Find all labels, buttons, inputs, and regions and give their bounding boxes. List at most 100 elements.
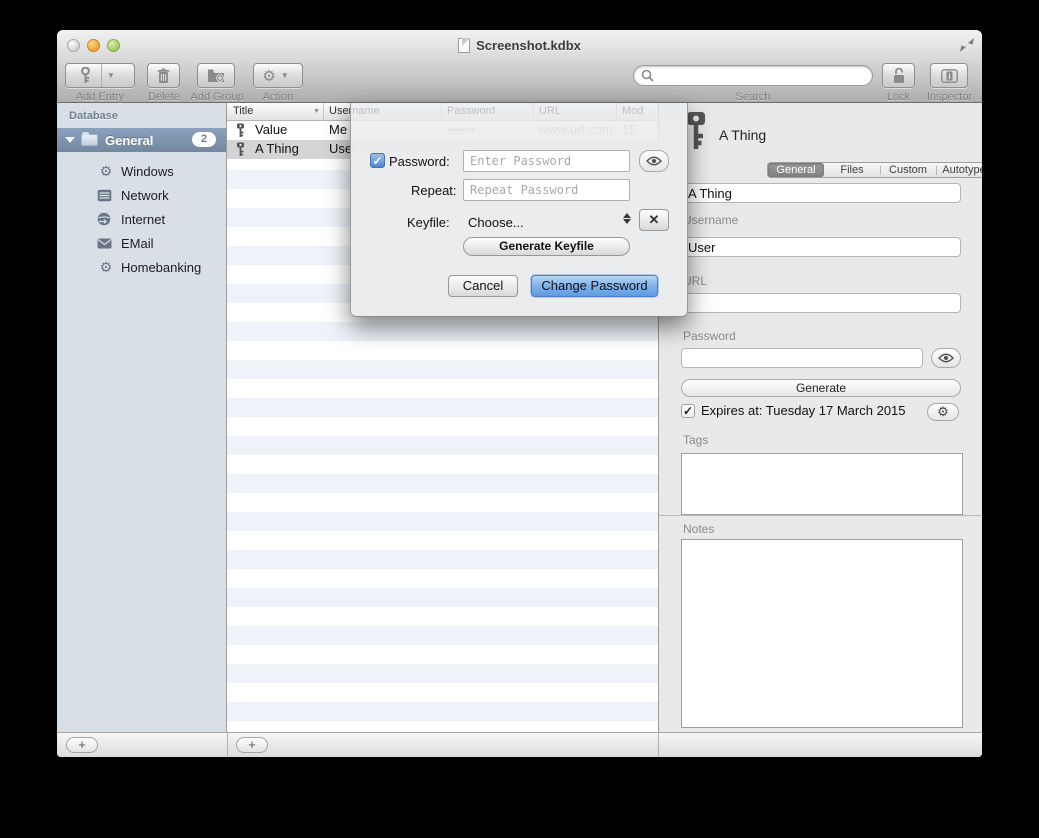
add-group-footer-button[interactable]: + — [66, 737, 98, 753]
generate-password-button[interactable]: Generate — [681, 379, 961, 397]
window-chrome: Screenshot.kdbx ▼ Add Entry — [57, 30, 982, 103]
add-entry-footer-button[interactable]: + — [236, 737, 268, 753]
add-entry-label: Add Entry — [60, 91, 140, 103]
sidebar-item-label: Homebanking — [121, 260, 201, 275]
change-password-button[interactable]: Change Password — [531, 275, 658, 297]
expires-row: ✓ Expires at: Tuesday 17 March 2015 — [681, 403, 906, 418]
search-icon — [641, 69, 654, 82]
sidebar-item-general[interactable]: General 2 — [57, 128, 226, 152]
cell-username: Me — [329, 122, 347, 137]
document-icon — [458, 38, 470, 53]
folder-plus-icon — [207, 68, 225, 83]
eye-icon — [646, 156, 662, 166]
action-button[interactable]: ⚙ ▼ — [253, 63, 303, 88]
sidebar-item-label: Network — [121, 188, 169, 203]
column-divider[interactable] — [323, 103, 324, 121]
group-sidebar: Database General 2 ⚙ Windows Network — [57, 103, 227, 732]
add-group-button[interactable] — [197, 63, 235, 88]
expires-checkbox[interactable]: ✓ — [681, 404, 695, 418]
expires-label: Expires at: Tuesday 17 March 2015 — [701, 403, 906, 418]
tags-field[interactable] — [681, 453, 963, 515]
clear-keyfile-button[interactable]: ✕ — [639, 209, 669, 231]
sheet-show-password-button[interactable] — [639, 150, 669, 172]
title-bar[interactable]: Screenshot.kdbx — [57, 30, 982, 60]
pane-divider — [658, 733, 659, 757]
folder-icon — [81, 134, 98, 146]
password-checkbox[interactable]: ✓ — [370, 153, 385, 168]
tab-autotype[interactable]: Autotype — [936, 163, 982, 177]
key-icon — [236, 123, 245, 138]
key-icon — [236, 142, 245, 157]
sidebar-item-network[interactable]: Network — [57, 183, 226, 207]
inspector-tabbar: General Files Custom Autotype — [767, 162, 982, 178]
sheet-password-input[interactable] — [463, 150, 630, 172]
globe-icon — [97, 212, 115, 226]
username-label: Username — [683, 213, 738, 227]
cell-title: A Thing — [255, 141, 299, 156]
sidebar-item-windows[interactable]: ⚙ Windows — [57, 159, 226, 183]
disclosure-triangle-icon[interactable] — [65, 137, 75, 143]
server-icon — [97, 189, 115, 202]
app-window: Screenshot.kdbx ▼ Add Entry — [57, 30, 982, 757]
expires-options-button[interactable]: ⚙ — [927, 403, 959, 421]
trash-icon — [157, 68, 170, 84]
generate-keyfile-button[interactable]: Generate Keyfile — [463, 237, 630, 256]
window-title-group: Screenshot.kdbx — [57, 30, 982, 60]
sidebar-item-email[interactable]: EMail — [57, 231, 226, 255]
sidebar-item-label: Windows — [121, 164, 174, 179]
show-password-button[interactable] — [931, 348, 961, 368]
fullscreen-icon[interactable] — [959, 38, 975, 52]
tab-files[interactable]: Files — [824, 163, 880, 177]
change-password-sheet: ✓ Password: Repeat: Keyfile: Choose... ✕… — [350, 103, 688, 317]
sheet-keyfile-label: Keyfile: — [407, 215, 450, 230]
tab-general[interactable]: General — [768, 163, 824, 177]
tab-custom[interactable]: Custom — [880, 163, 936, 177]
pane-divider — [227, 733, 228, 757]
gear-icon: ⚙ — [937, 404, 949, 420]
inspector-label: Inspector — [917, 91, 982, 103]
inspector-entry-title: A Thing — [719, 127, 766, 143]
entry-count-badge: 2 — [192, 132, 216, 147]
gear-icon: ⚙ — [262, 67, 275, 85]
stepper-icon[interactable] — [623, 213, 631, 224]
search-label: Search — [633, 91, 873, 103]
url-field[interactable] — [681, 293, 961, 313]
pane-divider[interactable] — [659, 515, 982, 516]
title-field[interactable] — [681, 183, 961, 203]
add-group-label: Add Group — [182, 91, 252, 103]
cancel-button[interactable]: Cancel — [448, 275, 518, 297]
username-field[interactable] — [681, 237, 961, 257]
sidebar-item-internet[interactable]: Internet — [57, 207, 226, 231]
notes-field[interactable] — [681, 539, 963, 728]
inspector-button[interactable]: i — [930, 63, 968, 88]
password-field[interactable] — [681, 348, 923, 368]
envelope-icon — [97, 238, 115, 249]
sidebar-item-homebanking[interactable]: ⚙ Homebanking — [57, 255, 226, 279]
eye-icon — [938, 353, 954, 363]
sidebar-item-label: EMail — [121, 236, 154, 251]
cell-title: Value — [255, 122, 287, 137]
add-entry-button[interactable]: ▼ — [65, 63, 135, 88]
inspector-panel: A Thing General Files Custom Autotype Us… — [658, 103, 982, 732]
sheet-repeat-input[interactable] — [463, 179, 630, 201]
search-input[interactable] — [633, 65, 873, 86]
gear-icon: ⚙ — [97, 259, 115, 276]
window-title: Screenshot.kdbx — [476, 38, 581, 53]
keyfile-popup[interactable]: Choose... — [468, 215, 524, 230]
key-icon — [80, 67, 91, 84]
password-label: Password — [683, 329, 736, 343]
sidebar-root-label: General — [105, 133, 153, 148]
search-area — [633, 65, 873, 86]
tags-label: Tags — [683, 433, 708, 447]
sort-descending-icon: ▼ — [313, 108, 320, 115]
column-title[interactable]: Title — [233, 105, 253, 117]
info-icon: i — [941, 69, 958, 83]
lock-button[interactable] — [882, 63, 915, 88]
unlock-icon — [892, 68, 906, 84]
bottom-bar: + + — [57, 732, 982, 757]
action-label: Action — [253, 91, 303, 103]
svg-text:i: i — [948, 72, 950, 81]
sidebar-section-header: Database — [69, 110, 118, 122]
delete-button[interactable] — [147, 63, 180, 88]
chevron-down-icon: ▼ — [276, 71, 294, 80]
